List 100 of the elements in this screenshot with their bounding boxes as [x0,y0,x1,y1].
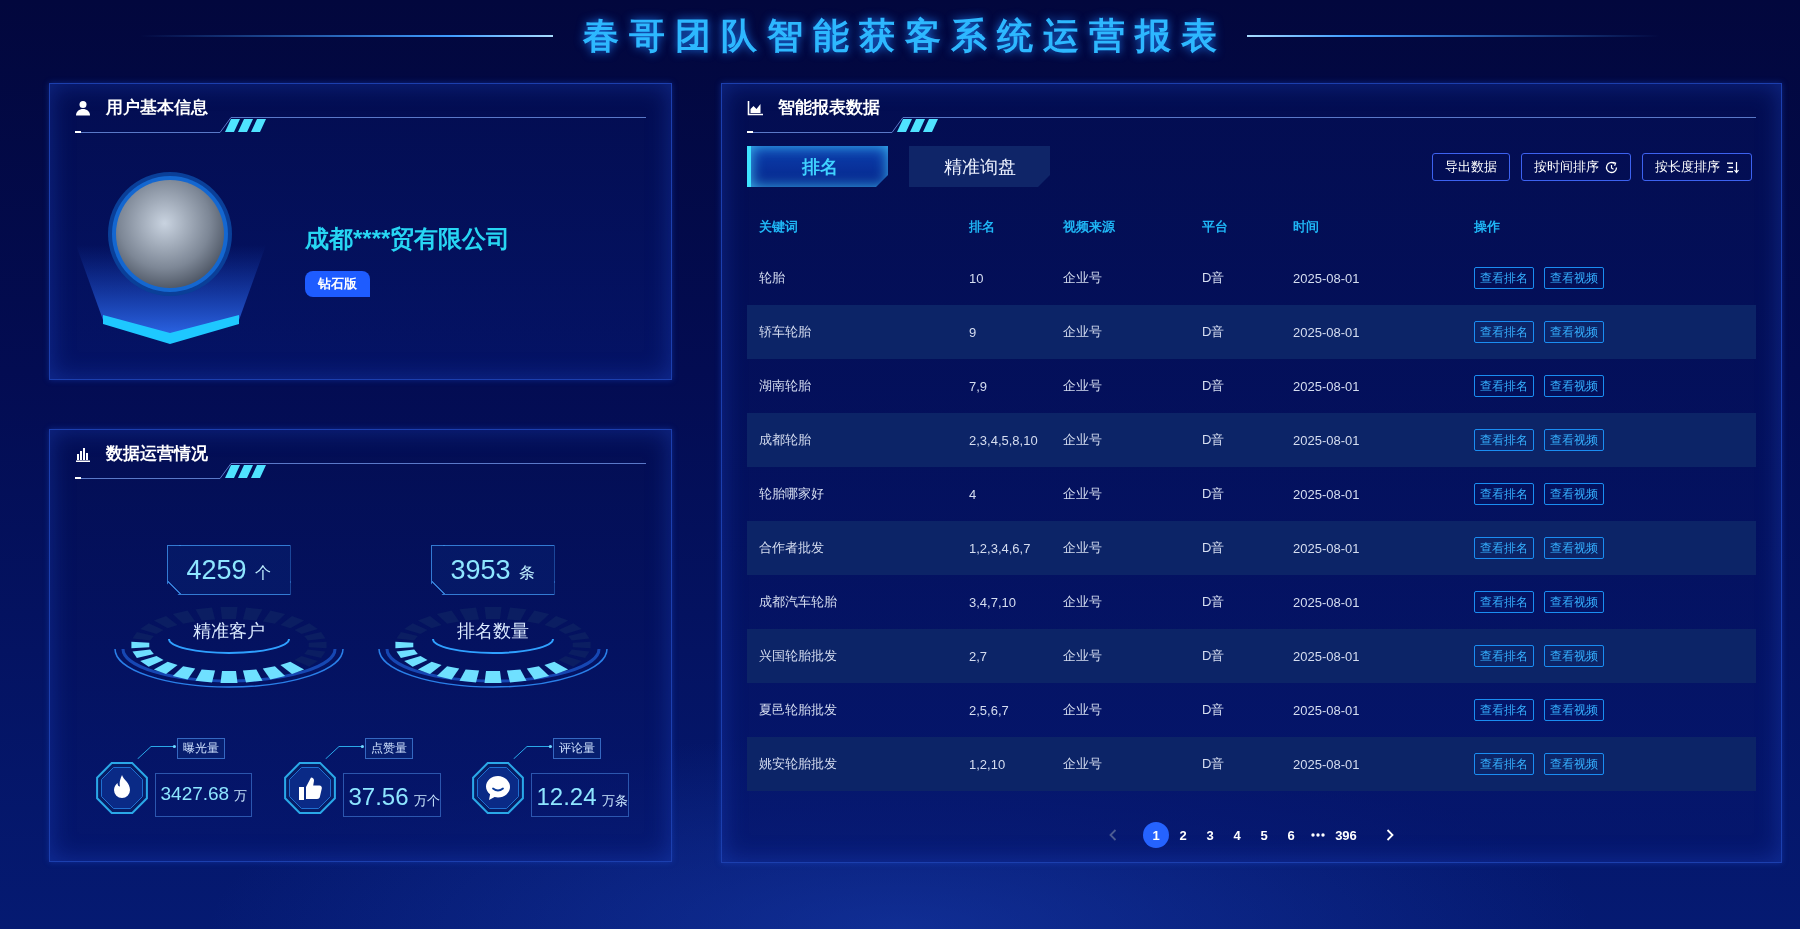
table-cell-text: 2025-08-01 [1292,756,1361,772]
table-cell-text: 1,2,3,4,6,7 [968,540,1032,556]
table-cell-text: 2025-08-01 [1292,270,1361,286]
table-cell-text: 夏邑轮胎批发 [758,701,838,719]
clock-icon [1605,160,1618,174]
table-cell-text: D音 [1201,485,1226,503]
view-ranking-button[interactable]: 查看排名 [1474,267,1534,289]
view-video-button[interactable]: 查看视频 [1544,645,1604,667]
view-ranking-button[interactable]: 查看排名 [1474,645,1534,667]
view-video-button[interactable]: 查看视频 [1544,591,1604,613]
view-ranking-button[interactable]: 查看排名 [1474,699,1534,721]
view-video-button[interactable]: 查看视频 [1544,753,1604,775]
table-cell-text: 企业号 [1062,269,1103,287]
table-cell-text: 轿车轮胎 [758,323,812,341]
user-icon [75,100,91,116]
page-button[interactable]: 3 [1197,822,1224,848]
sort-by-length-button[interactable]: 按长度排序 [1642,153,1752,181]
table-cell-text: 2025-08-01 [1292,594,1361,610]
chevron-right-icon [1385,829,1394,841]
table-cell-text: 2025-08-01 [1292,702,1361,718]
view-ranking-button[interactable]: 查看排名 [1474,591,1534,613]
page-button[interactable]: 396 [1332,822,1360,848]
column-header: 关键词 [758,217,799,236]
tab[interactable]: 精准询盘 [909,146,1050,187]
table-cell-text: 企业号 [1062,593,1103,611]
view-ranking-button[interactable]: 查看排名 [1474,375,1534,397]
metric-unit: 万个 [413,792,440,810]
stat-value: 3953 [450,554,511,586]
table-cell-text: D音 [1201,701,1226,719]
view-video-button[interactable]: 查看视频 [1544,375,1604,397]
column-header: 视频来源 [1062,217,1116,236]
table-cell-text: 2025-08-01 [1292,648,1361,664]
bar-chart-icon [75,446,91,462]
stat-value: 4259 [186,554,247,586]
sort-icon [1726,160,1739,174]
table-cell-text: D音 [1201,431,1226,449]
page-button[interactable]: 5 [1251,822,1278,848]
panel-title: 用户基本信息 [106,99,208,117]
export-button[interactable]: 导出数据 [1432,153,1510,181]
metric-unit: 万 [234,787,248,805]
more-icon [1311,833,1326,837]
tab[interactable]: 排名 [747,146,888,187]
stat-unit: 个 [254,563,271,583]
view-ranking-button[interactable]: 查看排名 [1474,429,1534,451]
stat-unit: 条 [518,563,535,583]
view-ranking-button[interactable]: 查看排名 [1474,753,1534,775]
sort-by-time-button[interactable]: 按时间排序 [1521,153,1631,181]
view-video-button[interactable]: 查看视频 [1544,483,1604,505]
view-video-button[interactable]: 查看视频 [1544,429,1604,451]
metric-label: 评论量 [552,738,601,759]
page-button[interactable]: 6 [1278,822,1305,848]
view-ranking-button[interactable]: 查看排名 [1474,537,1534,559]
table-cell-text: D音 [1201,323,1226,341]
column-header: 操作 [1473,217,1501,236]
table-cell-text: D音 [1201,593,1226,611]
table-cell-text: 轮胎哪家好 [758,485,825,503]
table-cell-text: 2025-08-01 [1292,324,1361,340]
view-ranking-button[interactable]: 查看排名 [1474,483,1534,505]
table-cell-text: 2,3,4,5,8,10 [968,432,1039,448]
metric-unit: 万条 [601,792,628,810]
table-cell-text: 4 [968,486,978,502]
view-ranking-button[interactable]: 查看排名 [1474,321,1534,343]
company-name: 成都****贸有限公司 [305,223,511,254]
table-cell-text: 3,4,7,10 [968,594,1017,610]
table-cell-text: 2025-08-01 [1292,540,1361,556]
table-cell-text: 2025-08-01 [1292,378,1361,394]
metric-label: 点赞量 [364,738,413,759]
column-header: 时间 [1292,217,1320,236]
plan-badge: 钻石版 [305,270,370,297]
page-button[interactable]: 2 [1170,822,1197,848]
table-cell-text: D音 [1201,539,1226,557]
column-header: 平台 [1201,217,1229,236]
table-cell-text: 合作者批发 [758,539,825,557]
view-video-button[interactable]: 查看视频 [1544,267,1604,289]
table-cell-text: 企业号 [1062,539,1103,557]
table-cell-text: 企业号 [1062,485,1103,503]
view-video-button[interactable]: 查看视频 [1544,699,1604,721]
table-cell-text: 湖南轮胎 [758,377,812,395]
page-button[interactable]: 1 [1143,822,1170,848]
stat-label: 排名数量 [456,620,529,643]
stat-label: 精准客户 [192,620,265,643]
page-title: 春哥团队智能获客系统运营报表 [582,14,1227,58]
table-cell-text: 7,9 [968,378,989,394]
table-cell-text: 2025-08-01 [1292,432,1361,448]
table-cell-text: 成都轮胎 [758,431,812,449]
table-cell-text: 轮胎 [758,269,786,287]
column-header: 排名 [968,217,996,236]
table-cell-text: 10 [968,270,985,286]
table-cell-text: 企业号 [1062,377,1103,395]
view-video-button[interactable]: 查看视频 [1544,537,1604,559]
table-cell-text: 2,7 [968,648,989,664]
table-cell-text: 企业号 [1062,755,1103,773]
table-cell-text: 企业号 [1062,647,1103,665]
table-cell-text: D音 [1201,377,1226,395]
page-button[interactable]: 4 [1224,822,1251,848]
metric-value: 37.56 [348,783,409,811]
table-cell-text: 2025-08-01 [1292,486,1361,502]
view-video-button[interactable]: 查看视频 [1544,321,1604,343]
table-cell-text: 2,5,6,7 [968,702,1010,718]
metric-label: 曝光量 [176,738,225,759]
